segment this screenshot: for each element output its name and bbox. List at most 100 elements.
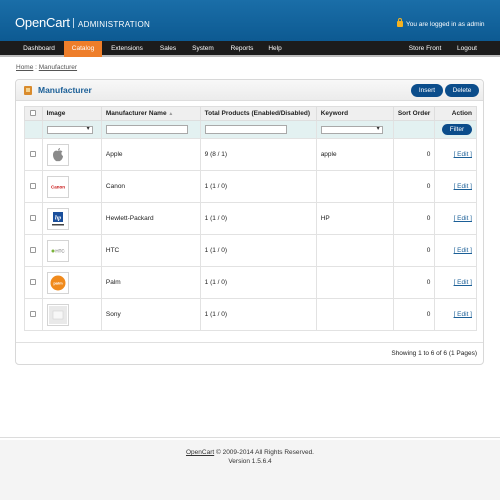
filter-keyword-cell	[315, 120, 394, 139]
logged-in-text: You are logged in as admin	[406, 21, 485, 28]
table-row: HTC HTC 1 (1 / 0) 0 [ Edit ]	[24, 234, 477, 267]
copyright-line: OpenCart © 2009-2014 All Rights Reserved…	[0, 448, 500, 457]
select-all-cell	[24, 106, 43, 121]
administration-label: ADMINISTRATION	[78, 20, 151, 29]
row-total: 1 (1 / 0)	[199, 234, 317, 267]
row-keyword: HP	[315, 202, 394, 235]
filter-row: Filter	[24, 120, 477, 139]
nav-reports[interactable]: Reports	[224, 41, 260, 57]
row-checkbox[interactable]	[30, 151, 37, 158]
filter-keyword-select[interactable]	[320, 125, 383, 134]
col-action: Action	[434, 106, 477, 121]
row-total: 1 (1 / 0)	[199, 202, 317, 235]
col-sort-order[interactable]: Sort Order	[392, 106, 436, 121]
row-keyword	[315, 266, 394, 299]
manufacturer-icon	[24, 86, 32, 95]
sony-placeholder-icon	[46, 303, 69, 326]
hp-logo-icon: hp	[46, 207, 69, 230]
edit-link[interactable]: [ Edit ]	[454, 311, 472, 318]
manufacturer-box: Manufacturer Insert Delete Image Manufac…	[15, 79, 484, 365]
row-name: Hewlett-Packard	[100, 202, 201, 235]
row-checkbox[interactable]	[30, 279, 37, 286]
header-divider	[73, 18, 74, 28]
nav-help[interactable]: Help	[263, 41, 287, 57]
col-name-header[interactable]: Manufacturer Name ▲	[100, 106, 201, 121]
nav-sales[interactable]: Sales	[153, 41, 183, 57]
filter-sort-cell	[392, 120, 436, 139]
nav-system[interactable]: System	[187, 41, 219, 57]
edit-link[interactable]: [ Edit ]	[454, 151, 472, 158]
row-name: Apple	[100, 138, 201, 171]
row-checkbox[interactable]	[30, 311, 37, 318]
edit-link[interactable]: [ Edit ]	[454, 183, 472, 190]
row-image-cell: palm	[41, 266, 102, 299]
lock-icon	[397, 18, 403, 27]
insert-button[interactable]: Insert	[411, 84, 443, 97]
filter-button[interactable]: Filter	[442, 124, 472, 135]
delete-button[interactable]: Delete	[445, 84, 479, 97]
main-nav: Dashboard Catalog Extensions Sales Syste…	[0, 41, 500, 57]
col-keyword[interactable]: Keyword	[315, 106, 394, 121]
edit-link[interactable]: [ Edit ]	[454, 247, 472, 254]
nav-extensions[interactable]: Extensions	[105, 41, 149, 57]
row-total: 9 (8 / 1)	[199, 138, 317, 171]
svg-text:HTC: HTC	[55, 248, 65, 253]
footer-text: OpenCart © 2009-2014 All Rights Reserved…	[0, 448, 500, 466]
row-checkbox[interactable]	[30, 183, 37, 190]
row-checkbox-cell	[24, 266, 43, 299]
svg-text:Canon: Canon	[51, 184, 65, 189]
table-row: hp Hewlett-Packard 1 (1 / 0) HP 0 [ Edit…	[24, 202, 477, 235]
svg-text:hp: hp	[54, 215, 60, 221]
pagination-divider	[16, 342, 483, 343]
row-action-cell: [ Edit ]	[434, 138, 477, 171]
opencart-logo[interactable]: OpenCart	[15, 15, 70, 30]
row-sort-order: 0	[392, 234, 436, 267]
filter-total-input[interactable]	[204, 125, 287, 134]
breadcrumb-home[interactable]: Home	[16, 64, 33, 71]
row-action-cell: [ Edit ]	[434, 202, 477, 235]
row-sort-order: 0	[392, 266, 436, 299]
pagination-results: Showing 1 to 6 of 6 (1 Pages)	[391, 350, 477, 357]
copyright-text: © 2009-2014 All Rights Reserved.	[214, 449, 314, 456]
filter-name-cell	[100, 120, 201, 139]
col-total[interactable]: Total Products (Enabled/Disabled)	[199, 106, 317, 121]
row-checkbox-cell	[24, 234, 43, 267]
col-name[interactable]: Manufacturer Name	[106, 110, 167, 117]
row-checkbox-cell	[24, 298, 43, 331]
filter-name-input[interactable]	[105, 125, 188, 134]
nav-catalog[interactable]: Catalog	[64, 41, 102, 57]
row-action-cell: [ Edit ]	[434, 234, 477, 267]
table-row: Canon Canon 1 (1 / 0) 0 [ Edit ]	[24, 170, 477, 203]
nav-dashboard[interactable]: Dashboard	[17, 41, 61, 57]
row-action-cell: [ Edit ]	[434, 170, 477, 203]
row-keyword	[315, 170, 394, 203]
table-row: Apple 9 (8 / 1) apple 0 [ Edit ]	[24, 138, 477, 171]
row-checkbox-cell	[24, 170, 43, 203]
palm-logo-icon: palm	[46, 271, 69, 294]
nav-logout[interactable]: Logout	[451, 41, 483, 57]
edit-link[interactable]: [ Edit ]	[454, 279, 472, 286]
edit-link[interactable]: [ Edit ]	[454, 215, 472, 222]
row-total: 1 (1 / 0)	[199, 266, 317, 299]
col-image: Image	[41, 106, 102, 121]
row-keyword	[315, 234, 394, 267]
opencart-link[interactable]: OpenCart	[186, 449, 214, 456]
nav-store-front[interactable]: Store Front	[403, 41, 447, 57]
filter-total-cell	[199, 120, 317, 139]
row-image-cell: hp	[41, 202, 102, 235]
row-total: 1 (1 / 0)	[199, 298, 317, 331]
filter-button-cell: Filter	[434, 120, 477, 139]
breadcrumb-manufacturer[interactable]: Manufacturer	[39, 64, 77, 71]
filter-image-select[interactable]	[46, 125, 93, 134]
row-image-cell	[41, 298, 102, 331]
svg-text:palm: palm	[53, 280, 63, 285]
row-name: Sony	[100, 298, 201, 331]
row-action-cell: [ Edit ]	[434, 298, 477, 331]
breadcrumb: Home : Manufacturer	[16, 64, 77, 71]
filter-empty-cell	[24, 120, 43, 139]
select-all-checkbox[interactable]	[30, 110, 37, 117]
row-checkbox[interactable]	[30, 247, 37, 254]
row-sort-order: 0	[392, 170, 436, 203]
row-checkbox[interactable]	[30, 215, 37, 222]
page-title: Manufacturer	[38, 85, 92, 95]
